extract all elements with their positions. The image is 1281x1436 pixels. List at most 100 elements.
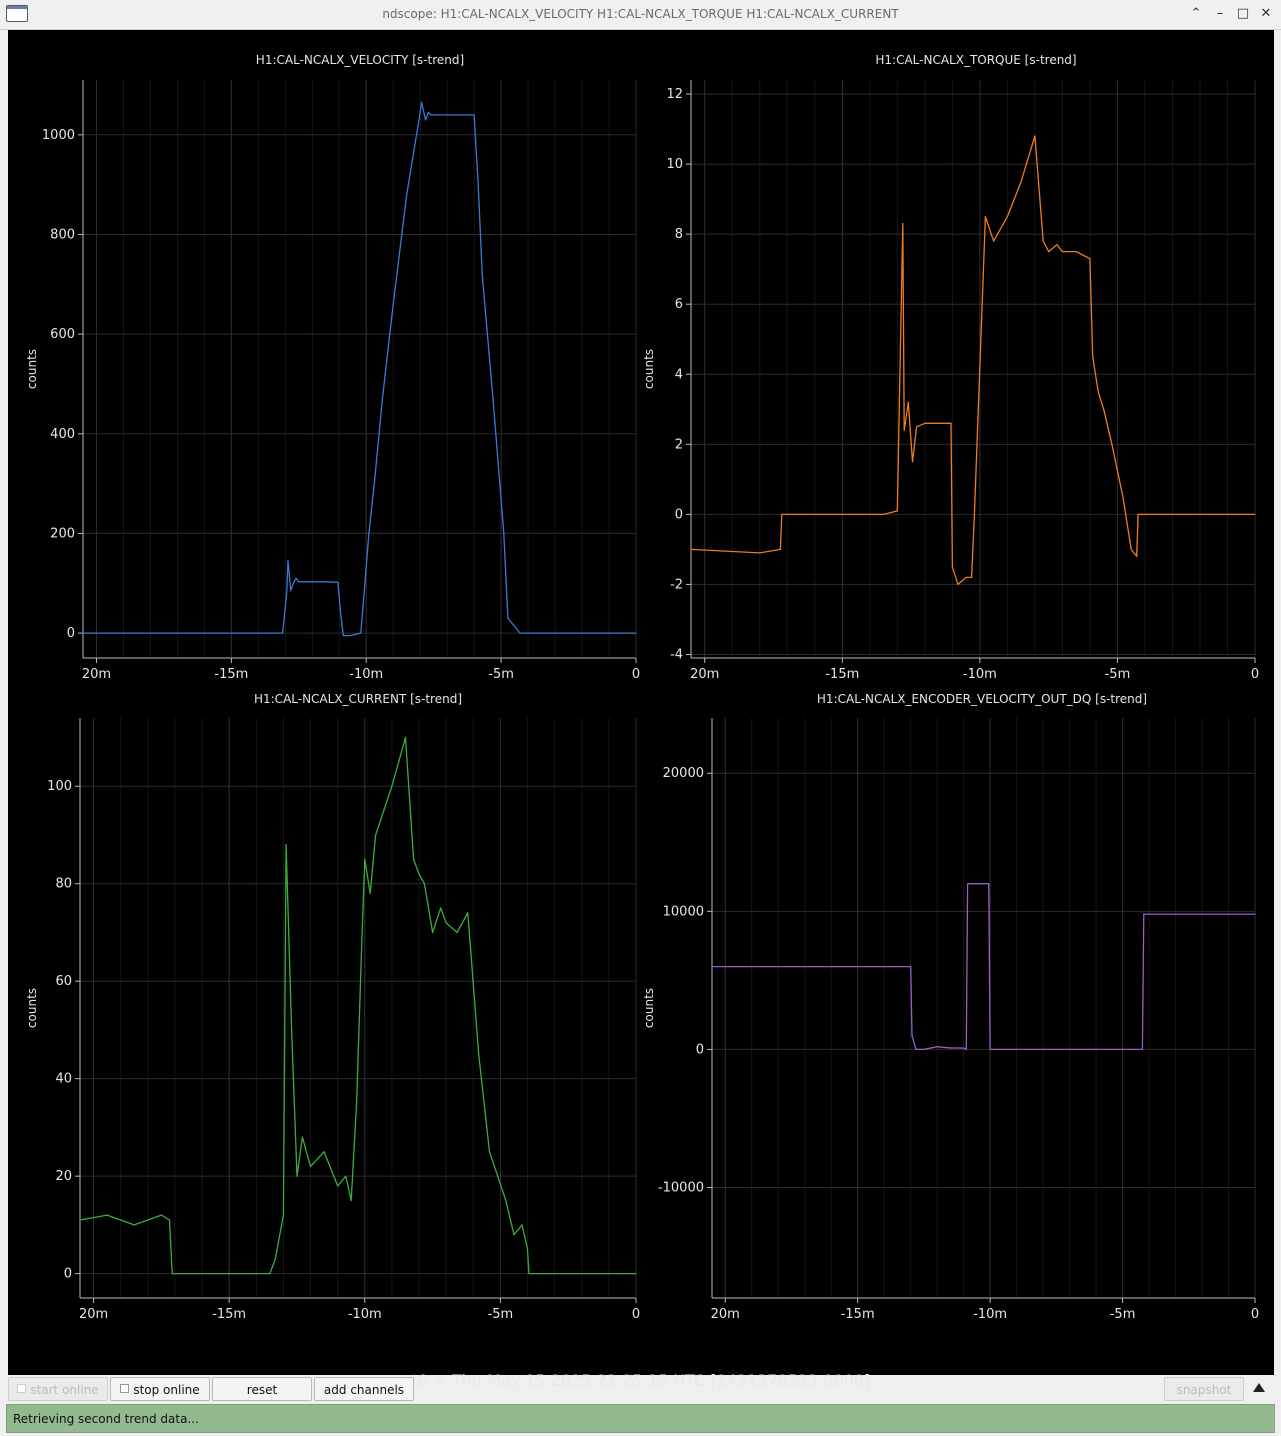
- data-point: [349, 635, 351, 637]
- data-point: [513, 1234, 515, 1236]
- data-point: [291, 1029, 293, 1031]
- data-point: [440, 907, 442, 909]
- data-point: [467, 912, 469, 914]
- data-point: [392, 303, 394, 305]
- data-point: [456, 931, 458, 934]
- x-tick-label: -5m: [1110, 1307, 1136, 1322]
- expand-panel-icon[interactable]: [1253, 1383, 1265, 1392]
- stop-online-button[interactable]: stop online: [110, 1377, 210, 1401]
- minimize-button[interactable]: –: [1212, 5, 1228, 23]
- window-title: ndscope: H1:CAL-NCALX_VELOCITY H1:CAL-NC…: [382, 7, 899, 21]
- x-tick-label: -5m: [488, 1307, 514, 1322]
- close-button[interactable]: ✕: [1258, 5, 1274, 23]
- data-point: [1056, 244, 1058, 246]
- data-point: [285, 844, 287, 846]
- data-point: [938, 422, 940, 424]
- data-point: [423, 883, 425, 885]
- data-point: [478, 1053, 480, 1055]
- data-point: [418, 873, 420, 875]
- data-point: [1141, 1048, 1143, 1050]
- data-point: [519, 632, 521, 634]
- x-tick-label: 20m: [690, 667, 719, 682]
- maximize-button[interactable]: □: [1235, 5, 1251, 23]
- data-point: [1143, 913, 1145, 915]
- x-tick-label: 20m: [711, 1307, 740, 1322]
- data-point: [368, 532, 370, 534]
- data-point: [1020, 181, 1022, 183]
- data-point: [364, 858, 366, 860]
- data-point: [507, 617, 509, 619]
- y-tick-label: 0: [696, 1042, 704, 1057]
- data-point: [1061, 251, 1063, 253]
- series-line: [690, 135, 1255, 586]
- y-tick-label: 0: [67, 626, 75, 641]
- snapshot-button[interactable]: snapshot: [1164, 1377, 1244, 1401]
- data-point: [1122, 496, 1124, 498]
- start-online-button[interactable]: start online: [8, 1377, 108, 1401]
- data-point: [323, 1151, 325, 1153]
- data-point: [133, 1224, 135, 1226]
- x-tick-label: 0: [632, 667, 640, 682]
- data-point: [915, 1048, 917, 1050]
- data-point: [364, 582, 366, 584]
- status-bar: Retrieving second trend data...: [6, 1404, 1275, 1433]
- data-point: [972, 883, 974, 885]
- reset-button[interactable]: reset: [212, 1377, 312, 1401]
- data-point: [286, 592, 288, 594]
- data-point: [984, 216, 987, 218]
- data-point: [989, 1048, 991, 1050]
- data-point: [963, 1047, 965, 1049]
- data-point: [269, 1273, 271, 1275]
- data-point: [1111, 443, 1113, 445]
- data-point: [287, 560, 289, 562]
- data-point: [430, 114, 432, 116]
- data-point: [325, 581, 327, 583]
- data-point: [635, 632, 637, 634]
- data-point: [1016, 1048, 1018, 1050]
- data-point: [311, 581, 313, 583]
- y-tick-label: -10000: [658, 1181, 704, 1196]
- data-point: [949, 1047, 952, 1049]
- data-point: [350, 1199, 352, 1202]
- data-point: [301, 1136, 303, 1138]
- data-point: [911, 1035, 913, 1037]
- data-point: [503, 532, 505, 534]
- add-channels-button[interactable]: add channels: [314, 1377, 414, 1401]
- data-point: [936, 1046, 938, 1048]
- data-point: [883, 513, 885, 515]
- y-tick-label: -4: [670, 647, 683, 662]
- y-axis-label: counts: [642, 988, 656, 1028]
- plots-grid[interactable]: 0200400600800100020m -15m -10m -5m 0H1:CAL-N…: [8, 30, 1274, 1330]
- data-point: [282, 632, 284, 634]
- data-point: [1006, 216, 1009, 218]
- y-tick-label: 600: [50, 327, 75, 342]
- data-point: [473, 114, 475, 116]
- data-point: [481, 273, 483, 275]
- data-point: [79, 1219, 81, 1221]
- y-tick-label: 200: [50, 526, 75, 541]
- y-tick-label: 0: [675, 507, 683, 522]
- y-tick-label: 12: [666, 87, 683, 102]
- y-tick-label: 20000: [663, 766, 704, 781]
- y-tick-label: 4: [675, 367, 683, 382]
- y-tick-label: 100: [47, 779, 72, 794]
- data-point: [1092, 356, 1094, 358]
- x-tick-label: 20m: [79, 1307, 108, 1322]
- x-tick-label: -15m: [841, 1307, 875, 1322]
- data-point: [1137, 513, 1139, 515]
- data-point: [432, 931, 434, 934]
- data-point: [345, 1175, 347, 1177]
- data-point: [446, 114, 448, 116]
- data-point: [290, 590, 292, 592]
- data-point: [82, 632, 84, 634]
- help-icon[interactable]: ⌃: [1188, 5, 1204, 23]
- data-point: [1122, 1048, 1124, 1050]
- x-tick-label: -5m: [1105, 667, 1131, 682]
- data-point: [779, 548, 782, 551]
- x-tick-label: -5m: [488, 667, 514, 682]
- data-point: [528, 1273, 530, 1275]
- data-point: [406, 194, 408, 196]
- data-point: [924, 422, 926, 424]
- data-point: [916, 426, 918, 428]
- data-point: [303, 581, 305, 583]
